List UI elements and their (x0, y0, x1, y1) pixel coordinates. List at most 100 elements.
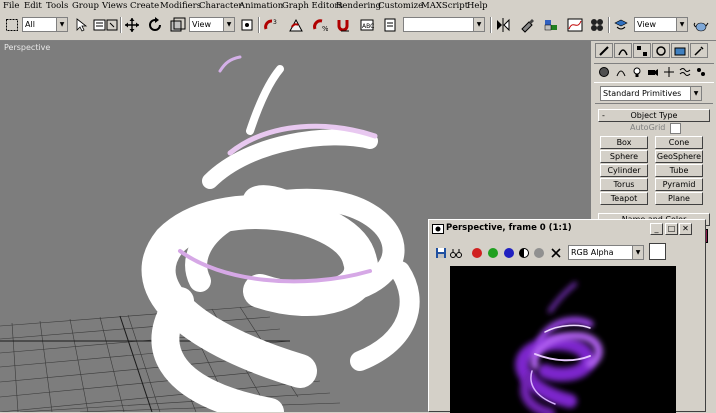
menu-help[interactable]: Help (467, 0, 488, 12)
svg-text:%: % (322, 25, 328, 33)
render-window-icon (432, 224, 444, 234)
autogrid-label: AutoGrid (630, 123, 666, 132)
menu-graph-editors[interactable]: Graph Editors (282, 0, 343, 12)
menu-customize[interactable]: Customize (378, 0, 423, 12)
edit-named-selection-icon[interactable]: ABC (358, 16, 376, 34)
layers-icon[interactable] (542, 16, 560, 34)
tube-button[interactable]: Tube (655, 164, 703, 177)
rendered-frame-window: Perspective, frame 0 (1:1) _ □ ✕ RGB Alp… (428, 219, 706, 413)
chevron-down-icon: ▼ (473, 18, 484, 31)
chevron-down-icon: ▼ (223, 18, 234, 31)
teapot-icon[interactable] (692, 16, 710, 34)
select-move-icon[interactable] (123, 16, 141, 34)
mirror-icon[interactable] (494, 16, 512, 34)
reference-coordinate-dropdown[interactable]: View ▼ (189, 17, 235, 32)
green-channel-toggle[interactable] (488, 248, 498, 258)
lights-icon[interactable] (629, 64, 644, 80)
material-editor-icon[interactable] (588, 16, 606, 34)
named-selection-dropdown[interactable]: ▼ (403, 17, 485, 32)
tab-utilities[interactable] (690, 43, 708, 58)
select-icon[interactable] (72, 16, 90, 34)
menu-character[interactable]: Character (199, 0, 242, 12)
menu-file[interactable]: File (3, 0, 19, 12)
tab-motion[interactable] (652, 43, 670, 58)
save-bitmap-icon[interactable] (434, 246, 448, 260)
curve-editor-icon[interactable] (566, 16, 584, 34)
menu-views[interactable]: Views (102, 0, 127, 12)
menu-rendering[interactable]: Rendering (336, 0, 381, 12)
close-button[interactable]: ✕ (679, 223, 692, 235)
teapot-button[interactable]: Teapot (600, 192, 648, 205)
magnet-icon[interactable] (334, 16, 352, 34)
menu-animation[interactable]: Animation (239, 0, 283, 12)
selection-filter-value: All (25, 20, 35, 29)
chevron-down-icon: ▼ (632, 246, 643, 259)
shapes-icon[interactable] (613, 64, 628, 80)
space-warps-icon[interactable] (677, 64, 692, 80)
tab-modify[interactable] (614, 43, 632, 58)
primitive-type-value: Standard Primitives (603, 89, 682, 98)
red-channel-toggle[interactable] (472, 248, 482, 258)
primitive-type-dropdown[interactable]: Standard Primitives ▼ (600, 86, 702, 101)
spiral-ribbon (141, 55, 420, 412)
menu-modifiers[interactable]: Modifiers (160, 0, 201, 12)
menu-bar: File Edit Tools Group Views Create Modif… (0, 0, 716, 12)
menu-group[interactable]: Group (72, 0, 99, 12)
alpha-channel-icon[interactable] (517, 246, 531, 260)
clone-window-icon[interactable] (449, 246, 463, 260)
named-selection-sets-icon[interactable] (381, 16, 399, 34)
menu-create[interactable]: Create (130, 0, 159, 12)
render-scene-icon[interactable] (612, 16, 630, 34)
helpers-icon[interactable] (661, 64, 676, 80)
use-pivot-center-icon[interactable] (238, 16, 256, 34)
rendered-image (450, 266, 676, 413)
chevron-down-icon: ▼ (690, 87, 701, 100)
systems-icon[interactable] (693, 64, 708, 80)
percent-snap-icon[interactable] (287, 16, 305, 34)
geometry-icon[interactable] (596, 64, 611, 80)
selection-filter-dropdown[interactable]: All ▼ (22, 17, 68, 32)
display-channel-dropdown[interactable]: RGB Alpha ▼ (568, 245, 644, 260)
spinner-snap-icon[interactable]: % (311, 16, 329, 34)
plane-button[interactable]: Plane (655, 192, 703, 205)
maximize-button[interactable]: □ (665, 223, 678, 235)
rollout-object-type-label: Object Type (630, 111, 678, 120)
chevron-down-icon: ▼ (676, 18, 687, 31)
sphere-button[interactable]: Sphere (600, 150, 648, 163)
geosphere-button[interactable]: GeoSphere (655, 150, 703, 163)
blue-channel-toggle[interactable] (504, 248, 514, 258)
align-icon[interactable] (518, 16, 536, 34)
select-region-icon[interactable] (3, 16, 21, 34)
select-region-window-icon[interactable] (103, 16, 121, 34)
select-scale-icon[interactable] (169, 16, 187, 34)
chevron-down-icon: ▼ (56, 18, 67, 31)
rendered-spiral-glow (515, 282, 603, 413)
cameras-icon[interactable] (645, 64, 660, 80)
tab-hierarchy[interactable] (633, 43, 651, 58)
render-type-dropdown[interactable]: View ▼ (634, 17, 688, 32)
menu-tools[interactable]: Tools (46, 0, 68, 12)
tab-display[interactable] (671, 43, 689, 58)
rollout-object-type[interactable]: - Object Type (598, 109, 710, 122)
pixel-color-swatch[interactable] (649, 243, 666, 260)
monochrome-toggle[interactable] (534, 248, 544, 258)
angle-snap-icon[interactable]: 3 (262, 16, 280, 34)
box-button[interactable]: Box (600, 136, 648, 149)
tab-create[interactable] (595, 43, 613, 58)
cone-button[interactable]: Cone (655, 136, 703, 149)
menu-maxscript[interactable]: MAXScript (421, 0, 468, 12)
cylinder-button[interactable]: Cylinder (600, 164, 648, 177)
rendered-frame-titlebar[interactable]: Perspective, frame 0 (1:1) _ □ ✕ (429, 220, 705, 238)
svg-text:3: 3 (273, 19, 277, 26)
select-rotate-icon[interactable] (146, 16, 164, 34)
autogrid-checkbox[interactable] (670, 123, 681, 134)
svg-text:ABC: ABC (362, 23, 374, 30)
display-channel-value: RGB Alpha (571, 248, 614, 257)
main-toolbar: All ▼ View ▼ 3 % ABC ▼ View ▼ (0, 12, 716, 41)
clear-icon[interactable] (549, 246, 563, 260)
pyramid-button[interactable]: Pyramid (655, 178, 703, 191)
menu-edit[interactable]: Edit (24, 0, 42, 12)
minimize-button[interactable]: _ (650, 223, 663, 235)
torus-button[interactable]: Torus (600, 178, 648, 191)
rendered-frame-title: Perspective, frame 0 (1:1) (446, 223, 572, 233)
